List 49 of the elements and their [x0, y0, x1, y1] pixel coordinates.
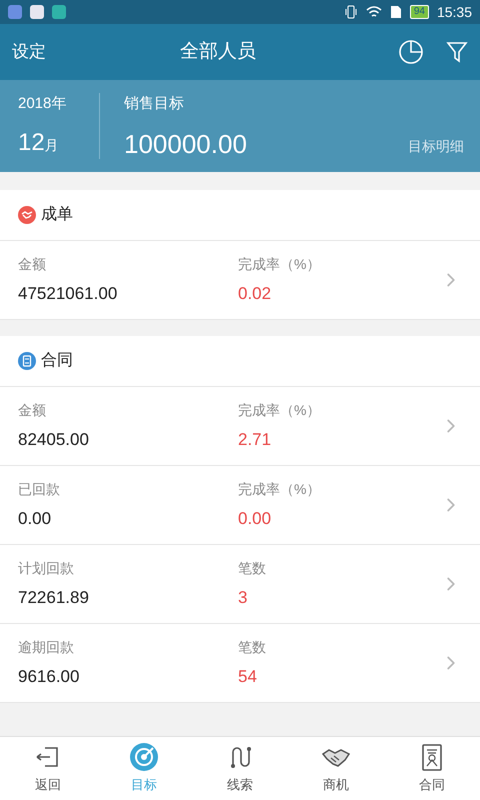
filter-icon[interactable] [446, 40, 468, 64]
stat-label: 逾期回款 [18, 638, 75, 657]
page-title: 全部人员 [180, 40, 256, 64]
stat-label: 金额 [18, 254, 47, 274]
settings-button[interactable]: 设定 [12, 39, 46, 65]
clock: 15:35 [436, 2, 472, 22]
year-label: 2018年 [18, 94, 68, 114]
rate-value: 3 [238, 586, 248, 609]
stat-row[interactable]: 金额 82405.00 完成率（%） 2.71 [0, 387, 480, 466]
target-icon [129, 742, 159, 772]
sim-icon [390, 5, 402, 19]
stat-value: 72261.89 [18, 586, 90, 609]
rate-label: 完成率（%） [238, 480, 322, 499]
stat-row[interactable]: 金额 47521061.00 完成率（%） 0.02 [0, 241, 480, 320]
rate-value: 54 [238, 666, 258, 688]
rate-label: 笔数 [238, 558, 267, 578]
pie-chart-icon[interactable] [398, 39, 424, 65]
rate-label: 完成率（%） [238, 254, 322, 274]
rate-value: 2.71 [238, 428, 272, 451]
section-title: 合同 [41, 351, 73, 371]
section-title: 成单 [41, 204, 73, 225]
app-icon [30, 5, 44, 19]
target-value: 100000.00 [124, 129, 248, 159]
stat-label: 已回款 [18, 480, 61, 499]
app-icon [52, 5, 66, 19]
stat-value: 0.00 [18, 508, 52, 530]
document-icon [18, 352, 36, 370]
tab[interactable]: 返回 [0, 737, 96, 800]
tab[interactable]: 合同 [384, 737, 480, 800]
stat-row[interactable]: 已回款 0.00 完成率（%） 0.00 [0, 466, 480, 545]
rate-label: 完成率（%） [238, 400, 322, 420]
app-icon [8, 5, 22, 19]
vibrate-icon [344, 5, 358, 19]
stat-label: 计划回款 [18, 558, 75, 578]
rate-value: 0.00 [238, 508, 272, 530]
tab[interactable]: 线索 [192, 737, 288, 800]
wifi-icon [366, 5, 382, 19]
stat-row[interactable]: 计划回款 72261.89 笔数 3 [0, 545, 480, 624]
tab[interactable]: 商机 [288, 737, 384, 800]
stat-row[interactable]: 逾期回款 9616.00 笔数 54 [0, 624, 480, 703]
stat-value: 9616.00 [18, 666, 80, 688]
battery-level: 94 [410, 5, 429, 19]
target-label: 销售目标 [124, 94, 185, 114]
rate-label: 笔数 [238, 638, 267, 657]
month-label: 12月 [18, 129, 60, 158]
rate-value: 0.02 [238, 282, 272, 305]
stat-label: 金额 [18, 400, 47, 420]
stat-value: 82405.00 [18, 428, 90, 451]
stat-value: 47521061.00 [18, 282, 118, 305]
